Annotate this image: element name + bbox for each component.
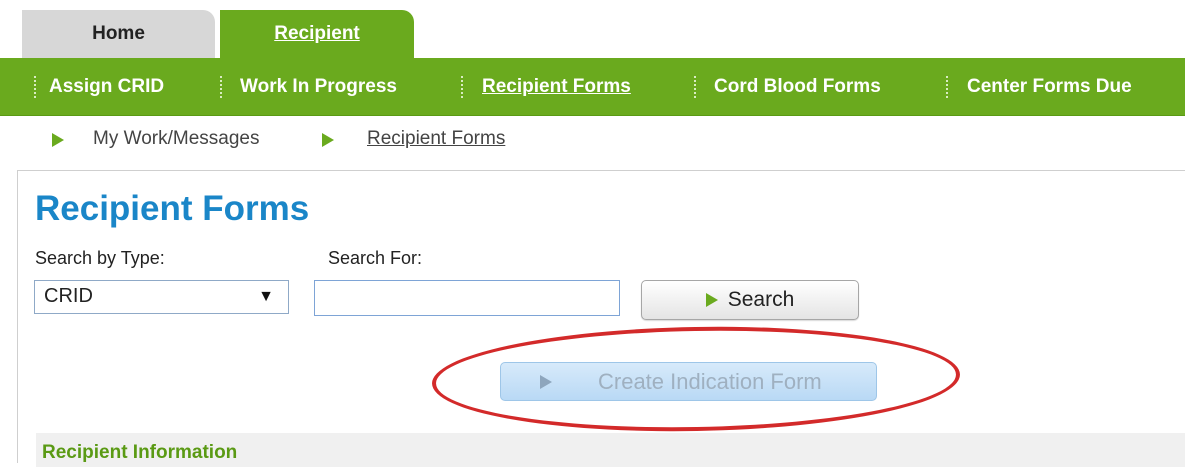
- nav-separator: [220, 76, 222, 98]
- dropdown-caret-icon: ▼: [258, 288, 274, 305]
- nav-separator: [34, 76, 36, 98]
- highlight-ellipse: [431, 322, 961, 436]
- content-panel: Recipient Forms Search by Type: Search F…: [17, 170, 1185, 467]
- tab-recipient[interactable]: Recipient: [220, 10, 414, 58]
- section-title: Recipient Information: [42, 442, 238, 463]
- search-by-type-label: Search by Type:: [35, 248, 165, 268]
- nav-item-assign-crid[interactable]: Assign CRID: [49, 58, 164, 115]
- search-type-value: CRID: [44, 285, 93, 307]
- search-type-select[interactable]: CRID ▼: [34, 280, 289, 314]
- nav-item-cord-blood-forms[interactable]: Cord Blood Forms: [714, 58, 881, 115]
- breadcrumb-item-my-work[interactable]: My Work/Messages: [93, 128, 259, 150]
- search-for-label: Search For:: [328, 248, 423, 268]
- search-button[interactable]: Search: [641, 280, 859, 320]
- breadcrumb-arrow-icon: [322, 133, 334, 147]
- search-input[interactable]: [314, 280, 620, 316]
- nav-item-work-in-progress[interactable]: Work In Progress: [240, 58, 397, 115]
- top-tab-bar: Home Recipient: [0, 0, 1185, 58]
- nav-item-center-forms-due[interactable]: Center Forms Due: [967, 58, 1132, 115]
- tab-home[interactable]: Home: [22, 10, 215, 58]
- main-nav: Assign CRID Work In Progress Recipient F…: [0, 58, 1185, 116]
- page-title: Recipient Forms: [35, 189, 310, 228]
- breadcrumb-arrow-icon: [52, 133, 64, 147]
- search-button-label: Search: [727, 288, 795, 311]
- nav-item-recipient-forms[interactable]: Recipient Forms: [482, 58, 631, 115]
- nav-separator: [946, 76, 948, 98]
- breadcrumb-item-recipient-forms[interactable]: Recipient Forms: [367, 128, 505, 150]
- play-arrow-icon: [705, 293, 718, 307]
- breadcrumb: My Work/Messages Recipient Forms: [0, 116, 1185, 164]
- nav-separator: [461, 76, 463, 98]
- nav-separator: [694, 76, 696, 98]
